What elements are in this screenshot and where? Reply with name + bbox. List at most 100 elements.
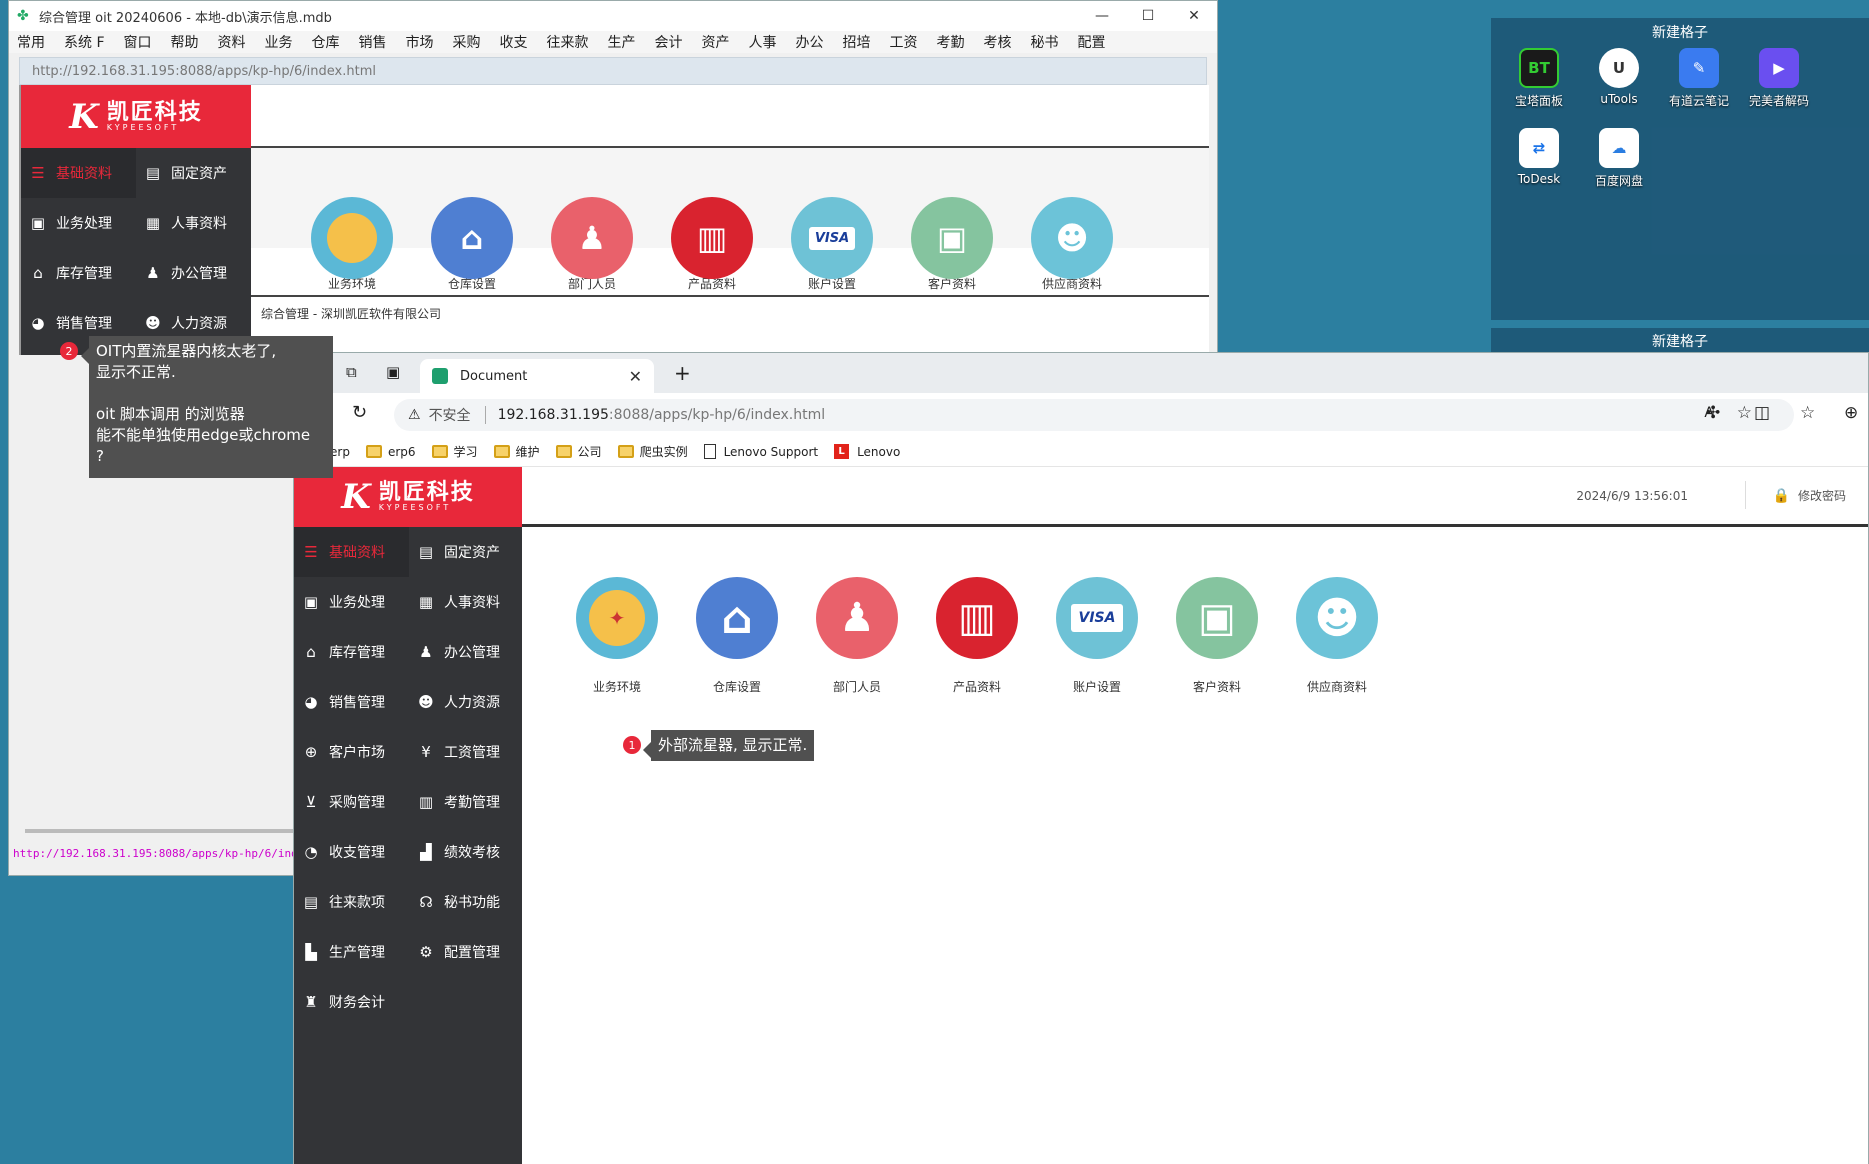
sidebar-item-performance[interactable]: ▟ 绩效考核 bbox=[409, 827, 524, 877]
new-tab-icon[interactable]: + bbox=[674, 361, 691, 385]
sidebar-item-config[interactable]: ⚙ 配置管理 bbox=[409, 927, 524, 977]
oit-tile-supplier[interactable]: ☻ 供应商资料 bbox=[1031, 197, 1113, 292]
sidebar-item-assets[interactable]: ▤ 固定资产 bbox=[409, 527, 524, 577]
menu-item[interactable]: 资产 bbox=[702, 32, 730, 52]
tab-actions-icon[interactable]: ▣ bbox=[386, 363, 400, 381]
tile-warehouse[interactable]: ⌂ 仓库设置 bbox=[696, 577, 778, 695]
menu-item[interactable]: 资料 bbox=[218, 32, 246, 52]
folder-icon bbox=[493, 445, 510, 458]
sidebar-item-market[interactable]: ⊕ 客户市场 bbox=[294, 727, 409, 777]
menu-item[interactable]: 系统 F bbox=[64, 32, 105, 52]
tile-account[interactable]: VISA 账户设置 bbox=[1056, 577, 1138, 695]
sidebar-item-purchase[interactable]: ⊻ 采购管理 bbox=[294, 777, 409, 827]
favorite-folder[interactable]: 维护 bbox=[493, 443, 540, 460]
menu-item[interactable]: 秘书 bbox=[1031, 32, 1059, 52]
menu-item[interactable]: 生产 bbox=[608, 32, 636, 52]
sidebar-item-payables[interactable]: ▤ 往来款项 bbox=[294, 877, 409, 927]
sidebar-item-production[interactable]: ▙ 生产管理 bbox=[294, 927, 409, 977]
favorite-folder[interactable]: 爬虫实例 bbox=[617, 443, 688, 460]
sidebar-item-office[interactable]: ♟ 办公管理 bbox=[136, 248, 251, 298]
menu-item[interactable]: 销售 bbox=[359, 32, 387, 52]
menu-item[interactable]: 招培 bbox=[843, 32, 871, 52]
menu-item[interactable]: 收支 bbox=[500, 32, 528, 52]
desktop-icon-todesk[interactable]: ⇄ ToDesk bbox=[1499, 128, 1579, 186]
favorite-folder[interactable]: erp6 bbox=[365, 445, 416, 459]
sidebar-item-income[interactable]: ◔ 收支管理 bbox=[294, 827, 409, 877]
sidebar-item-business[interactable]: ▣ 业务处理 bbox=[294, 577, 409, 627]
pie-icon: ◕ bbox=[31, 314, 45, 332]
favorite-link[interactable]: L Lenovo bbox=[834, 444, 900, 459]
baidu-pan-icon: ☁ bbox=[1599, 128, 1639, 168]
sidebar-item-secretary[interactable]: ☊ 秘书功能 bbox=[409, 877, 524, 927]
tile-supplier[interactable]: ☻ 供应商资料 bbox=[1296, 577, 1378, 695]
desktop-fence-bottom: 新建格子 bbox=[1491, 328, 1869, 352]
menu-item[interactable]: 仓库 bbox=[312, 32, 340, 52]
desktop-icon-youdao[interactable]: ✎ 有道云笔记 bbox=[1659, 48, 1739, 109]
sidebar-item-finance[interactable]: ♜ 财务会计 bbox=[294, 977, 409, 1027]
extensions-icon[interactable]: ✣ bbox=[1706, 403, 1720, 423]
minimize-icon[interactable]: — bbox=[1079, 1, 1125, 31]
sidebar-item-hr-data[interactable]: ▦ 人事资料 bbox=[136, 198, 251, 248]
desktop-icon-baidu-pan[interactable]: ☁ 百度网盘 bbox=[1579, 128, 1659, 189]
menu-item[interactable]: 业务 bbox=[265, 32, 293, 52]
desktop-icon-bt-panel[interactable]: BT 宝塔面板 bbox=[1499, 48, 1579, 109]
sidebar-item-business[interactable]: ▣ 业务处理 bbox=[21, 198, 136, 248]
split-screen-icon[interactable]: ◫ bbox=[1754, 403, 1770, 423]
sidebar-item-assets[interactable]: ▤ 固定资产 bbox=[136, 148, 251, 198]
favorite-folder[interactable]: 学习 bbox=[431, 443, 478, 460]
maximize-icon[interactable]: ☐ bbox=[1125, 1, 1171, 31]
books-icon: ▥ bbox=[671, 197, 753, 279]
oit-tile-env[interactable]: 业务环境 bbox=[311, 197, 393, 292]
tile-product[interactable]: ▥ 产品资料 bbox=[936, 577, 1018, 695]
favorite-folder[interactable]: 公司 bbox=[555, 443, 602, 460]
menu-item[interactable]: 配置 bbox=[1078, 32, 1106, 52]
page-header: 2024/6/9 13:56:01 🔒 修改密码 bbox=[522, 467, 1868, 527]
desktop-icon-utools[interactable]: U uTools bbox=[1579, 48, 1659, 106]
oit-title-bar: ✤ 综合管理 oit 20240606 - 本地-db\演示信息.mdb — ☐… bbox=[9, 1, 1217, 31]
menu-item[interactable]: 会计 bbox=[655, 32, 683, 52]
oit-tile-account[interactable]: VISA 账户设置 bbox=[791, 197, 873, 292]
tile-department[interactable]: ♟ 部门人员 bbox=[816, 577, 898, 695]
tile-customer[interactable]: ▣ 客户资料 bbox=[1176, 577, 1258, 695]
menu-item[interactable]: 人事 bbox=[749, 32, 777, 52]
sidebar-item-basic[interactable]: ☰ 基础资料 bbox=[294, 527, 409, 577]
menu-item[interactable]: 考核 bbox=[984, 32, 1012, 52]
oit-tile-customer[interactable]: ▣ 客户资料 bbox=[911, 197, 993, 292]
tile-business-env[interactable]: ✦ 业务环境 bbox=[576, 577, 658, 695]
collections-add-icon[interactable]: ⊕ bbox=[1844, 403, 1858, 423]
oit-tile-warehouse[interactable]: ⌂ 仓库设置 bbox=[431, 197, 513, 292]
sidebar-item-sales[interactable]: ◕ 销售管理 bbox=[294, 677, 409, 727]
sidebar-item-basic[interactable]: ☰ 基础资料 bbox=[21, 148, 136, 198]
menu-item[interactable]: 采购 bbox=[453, 32, 481, 52]
sidebar-item-office[interactable]: ♟ 办公管理 bbox=[409, 627, 524, 677]
pie-icon: ◕ bbox=[304, 693, 318, 711]
sidebar-item-payroll[interactable]: ¥ 工资管理 bbox=[409, 727, 524, 777]
close-tab-icon[interactable]: ✕ bbox=[629, 367, 642, 386]
menu-item[interactable]: 常用 bbox=[17, 32, 45, 52]
menu-item[interactable]: 窗口 bbox=[124, 32, 152, 52]
oit-address-field[interactable]: http://192.168.31.195:8088/apps/kp-hp/6/… bbox=[19, 57, 1207, 85]
sidebar-item-inventory[interactable]: ⌂ 库存管理 bbox=[294, 627, 409, 677]
sidebar-item-inventory[interactable]: ⌂ 库存管理 bbox=[21, 248, 136, 298]
menu-item[interactable]: 帮助 bbox=[171, 32, 199, 52]
desktop-icon-decoder[interactable]: ▶ 完美者解码 bbox=[1739, 48, 1819, 109]
favorite-link[interactable]: Lenovo Support bbox=[703, 444, 818, 459]
change-password-button[interactable]: 🔒 修改密码 bbox=[1773, 487, 1846, 504]
tab-document[interactable]: Document ✕ bbox=[420, 359, 654, 393]
favorite-star-icon[interactable]: ☆ bbox=[1737, 403, 1752, 423]
address-bar[interactable]: ⚠ 不安全 192.168.31.195 :8088/apps/kp-hp/6/… bbox=[394, 399, 1794, 431]
favorites-icon[interactable]: ☆ bbox=[1800, 403, 1815, 423]
sidebar-item-hr-data[interactable]: ▦ 人事资料 bbox=[409, 577, 524, 627]
close-icon[interactable]: ✕ bbox=[1171, 1, 1217, 31]
menu-item[interactable]: 工资 bbox=[890, 32, 918, 52]
sidebar-item-attendance[interactable]: ▥ 考勤管理 bbox=[409, 777, 524, 827]
sidebar-item-hr[interactable]: ☻ 人力资源 bbox=[409, 677, 524, 727]
collections-icon[interactable]: ⧉ bbox=[346, 363, 357, 381]
menu-item[interactable]: 市场 bbox=[406, 32, 434, 52]
menu-item[interactable]: 办公 bbox=[796, 32, 824, 52]
menu-item[interactable]: 往来款 bbox=[547, 32, 589, 52]
oit-tile-product[interactable]: ▥ 产品资料 bbox=[671, 197, 753, 292]
menu-item[interactable]: 考勤 bbox=[937, 32, 965, 52]
oit-tile-dept[interactable]: ♟ 部门人员 bbox=[551, 197, 633, 292]
refresh-icon[interactable]: ↻ bbox=[352, 402, 367, 423]
